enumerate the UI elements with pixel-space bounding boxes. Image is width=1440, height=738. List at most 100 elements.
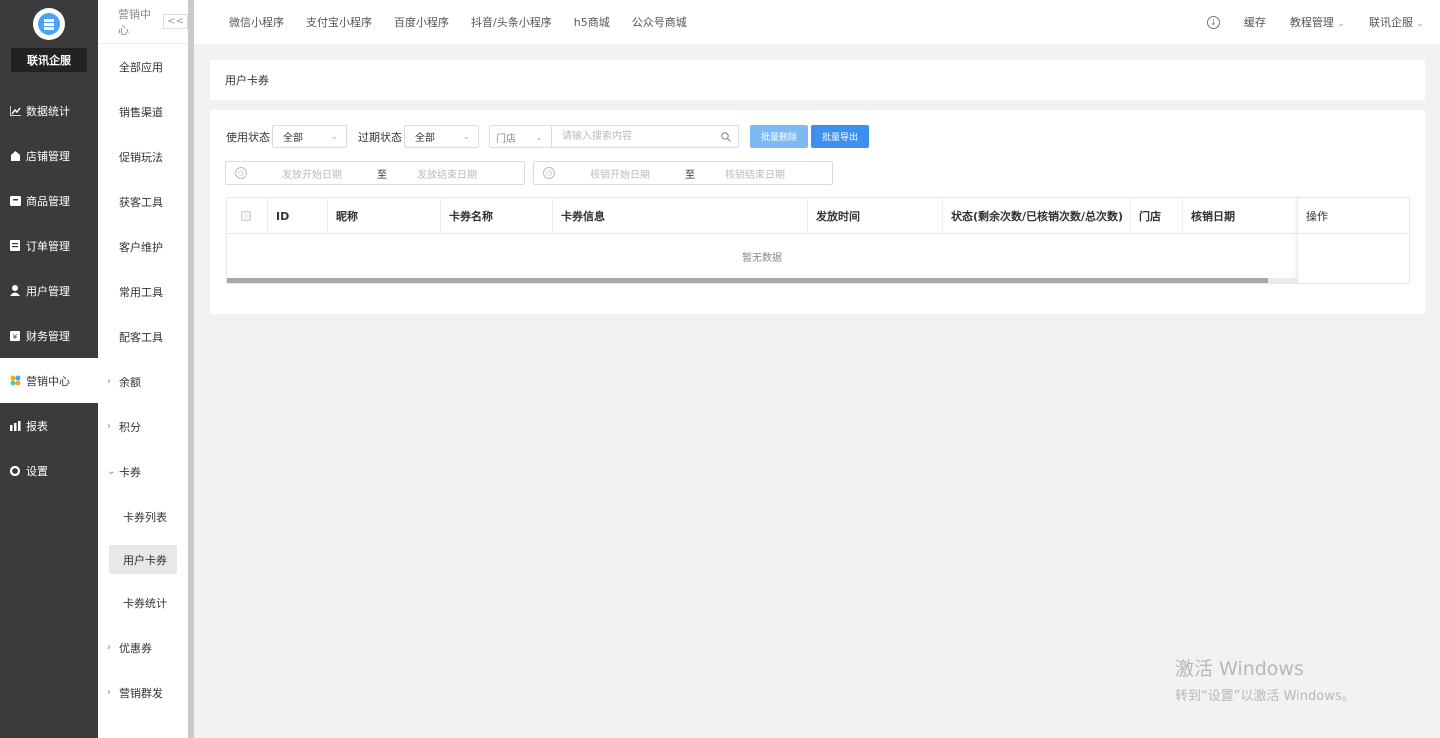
nav-item-user[interactable]: 用户管理 bbox=[0, 268, 98, 313]
subnav-item-card-list[interactable]: 卡券列表 bbox=[98, 494, 188, 539]
store-select-value: 门店 bbox=[496, 134, 516, 145]
settings-icon bbox=[9, 465, 21, 477]
nav-item-store[interactable]: 店铺管理 bbox=[0, 133, 98, 178]
tab-douyin-mini[interactable]: 抖音/头条小程序 bbox=[471, 14, 552, 30]
subnav-item-all-apps[interactable]: 全部应用 bbox=[98, 44, 188, 89]
tab-baidu-mini[interactable]: 百度小程序 bbox=[394, 14, 449, 30]
goods-icon bbox=[9, 195, 21, 207]
subnav-item-sales-channel[interactable]: 销售渠道 bbox=[98, 89, 188, 134]
col-nickname: 昵称 bbox=[328, 198, 441, 234]
page-title: 用户卡券 bbox=[225, 74, 269, 87]
use-status-select[interactable]: 全部 ⌄ bbox=[272, 125, 347, 148]
subnav-title: 营销中心 bbox=[118, 7, 151, 37]
issue-date-range[interactable]: ◷ 发放开始日期 至 发放结束日期 bbox=[225, 161, 525, 185]
tab-alipay-mini[interactable]: 支付宝小程序 bbox=[306, 14, 372, 30]
subnav-group-balance[interactable]: › 余额 bbox=[98, 359, 188, 404]
issue-start-date[interactable]: 发放开始日期 bbox=[247, 166, 377, 181]
tab-official-mall[interactable]: 公众号商城 bbox=[632, 14, 687, 30]
main-card: 使用状态 全部 ⌄ 过期状态 全部 ⌄ 门店 ⌄ 批量删除 批量导出 ◷ 发放开… bbox=[210, 110, 1425, 314]
user-icon bbox=[9, 285, 21, 297]
svg-text:¥: ¥ bbox=[13, 333, 18, 341]
nav-label: 商品管理 bbox=[26, 194, 70, 208]
cache-link[interactable]: 缓存 bbox=[1244, 14, 1266, 30]
download-icon[interactable]: ↓ bbox=[1206, 15, 1220, 29]
group-label: 余额 bbox=[119, 375, 141, 389]
subnav-group-cards[interactable]: ⌄ 卡券 bbox=[98, 449, 188, 494]
windows-activation-watermark: 激活 Windows 转到“设置”以激活 Windows。 bbox=[1175, 654, 1355, 704]
brand-logo[interactable] bbox=[33, 8, 65, 40]
col-card-name: 卡券名称 bbox=[441, 198, 553, 234]
nav-label: 报表 bbox=[26, 419, 48, 433]
subnav-group-mass-message[interactable]: › 营销群发 bbox=[98, 670, 188, 715]
verify-start-date[interactable]: 核销开始日期 bbox=[555, 166, 685, 181]
nav-label: 店铺管理 bbox=[26, 149, 70, 163]
operation-column: 操作 bbox=[1297, 198, 1409, 283]
batch-export-button[interactable]: 批量导出 bbox=[811, 125, 870, 148]
horizontal-scrollbar[interactable] bbox=[227, 278, 1268, 283]
table-header: ID 昵称 卡券名称 卡券信息 发放时间 状态(剩余次数/已核销次数/总次数) … bbox=[227, 198, 1409, 234]
chevron-down-icon: ⌄ bbox=[535, 132, 543, 143]
date-separator: 至 bbox=[377, 169, 387, 181]
search-icon[interactable] bbox=[714, 126, 738, 147]
nav-label: 财务管理 bbox=[26, 329, 70, 343]
subnav-item-customer-care[interactable]: 客户维护 bbox=[98, 224, 188, 269]
platform-tabs: 微信小程序 支付宝小程序 百度小程序 抖音/头条小程序 h5商城 公众号商城 bbox=[194, 14, 709, 30]
nav-item-data-stats[interactable]: 数据统计 bbox=[0, 88, 98, 133]
user-cards-table: ID 昵称 卡券名称 卡券信息 发放时间 状态(剩余次数/已核销次数/总次数) … bbox=[226, 197, 1410, 284]
tab-h5-mall[interactable]: h5商城 bbox=[574, 14, 610, 30]
subnav-item-promotion[interactable]: 促销玩法 bbox=[98, 134, 188, 179]
subnav-group-coupons[interactable]: › 优惠券 bbox=[98, 625, 188, 670]
verify-date-range[interactable]: ◷ 核销开始日期 至 核销结束日期 bbox=[533, 161, 833, 185]
nav-item-goods[interactable]: 商品管理 bbox=[0, 178, 98, 223]
chevron-down-icon: ⌄ bbox=[462, 131, 470, 142]
nav-item-report[interactable]: 报表 bbox=[0, 403, 98, 448]
store-select[interactable]: 门店 ⌄ bbox=[490, 126, 552, 149]
group-label: 营销群发 bbox=[119, 686, 163, 700]
subnav-item-user-cards[interactable]: 用户卡券 bbox=[109, 545, 177, 574]
group-label: 卡券 bbox=[119, 465, 141, 479]
chevron-right-icon: › bbox=[107, 687, 111, 698]
filter-row: 使用状态 全部 ⌄ 过期状态 全部 ⌄ 门店 ⌄ 批量删除 批量导出 bbox=[226, 125, 870, 149]
group-label: 优惠券 bbox=[119, 641, 152, 655]
chevron-right-icon: › bbox=[107, 421, 111, 432]
main-sidebar: 联讯企服 数据统计 店铺管理 商品管理 订单管理 用户管理 ¥ 财务管理 营销中… bbox=[0, 0, 98, 738]
select-all-checkbox[interactable] bbox=[241, 211, 251, 221]
search-input[interactable] bbox=[552, 126, 714, 147]
nav-label: 营销中心 bbox=[26, 374, 70, 388]
nav-label: 数据统计 bbox=[26, 104, 70, 118]
expire-status-select[interactable]: 全部 ⌄ bbox=[404, 125, 479, 148]
nav-item-finance[interactable]: ¥ 财务管理 bbox=[0, 313, 98, 358]
col-id: ID bbox=[268, 198, 328, 234]
collapse-button[interactable]: << bbox=[163, 14, 188, 29]
expire-status-label: 过期状态 bbox=[358, 130, 402, 144]
top-bar: 微信小程序 支付宝小程序 百度小程序 抖音/头条小程序 h5商城 公众号商城 ↓… bbox=[194, 0, 1440, 44]
nav-item-order[interactable]: 订单管理 bbox=[0, 223, 98, 268]
select-all-cell bbox=[227, 198, 268, 234]
brand: 联讯企服 bbox=[0, 0, 98, 88]
watermark-subtitle: 转到“设置”以激活 Windows。 bbox=[1175, 689, 1355, 704]
subnav-item-common-tools[interactable]: 常用工具 bbox=[98, 269, 188, 314]
use-status-value: 全部 bbox=[283, 133, 303, 144]
nav-label: 订单管理 bbox=[26, 239, 70, 253]
subnav-group-points[interactable]: › 积分 bbox=[98, 404, 188, 449]
nav-item-settings[interactable]: 设置 bbox=[0, 448, 98, 493]
order-icon bbox=[9, 240, 21, 252]
watermark-title: 激活 Windows bbox=[1175, 658, 1304, 680]
empty-state: 暂无数据 bbox=[742, 252, 782, 264]
subnav-item-acquisition[interactable]: 获客工具 bbox=[98, 179, 188, 224]
use-status-label: 使用状态 bbox=[226, 130, 270, 144]
subnav-item-card-stats[interactable]: 卡券统计 bbox=[98, 580, 188, 625]
expire-status-value: 全部 bbox=[415, 133, 435, 144]
col-status: 状态(剩余次数/已核销次数/总次数) bbox=[943, 198, 1131, 234]
report-icon bbox=[9, 420, 21, 432]
account-menu[interactable]: 联讯企服 ⌄ bbox=[1369, 14, 1424, 30]
page-title-card: 用户卡券 bbox=[210, 60, 1425, 100]
tutorial-menu[interactable]: 教程管理 ⌄ bbox=[1290, 14, 1345, 30]
col-issue-time: 发放时间 bbox=[808, 198, 943, 234]
tab-wechat-mini[interactable]: 微信小程序 bbox=[229, 14, 284, 30]
subnav-item-delivery-tools[interactable]: 配客工具 bbox=[98, 314, 188, 359]
batch-delete-button[interactable]: 批量删除 bbox=[750, 125, 809, 148]
issue-end-date[interactable]: 发放结束日期 bbox=[387, 166, 507, 181]
nav-item-marketing[interactable]: 营销中心 bbox=[0, 358, 98, 403]
verify-end-date[interactable]: 核销结束日期 bbox=[695, 166, 815, 181]
